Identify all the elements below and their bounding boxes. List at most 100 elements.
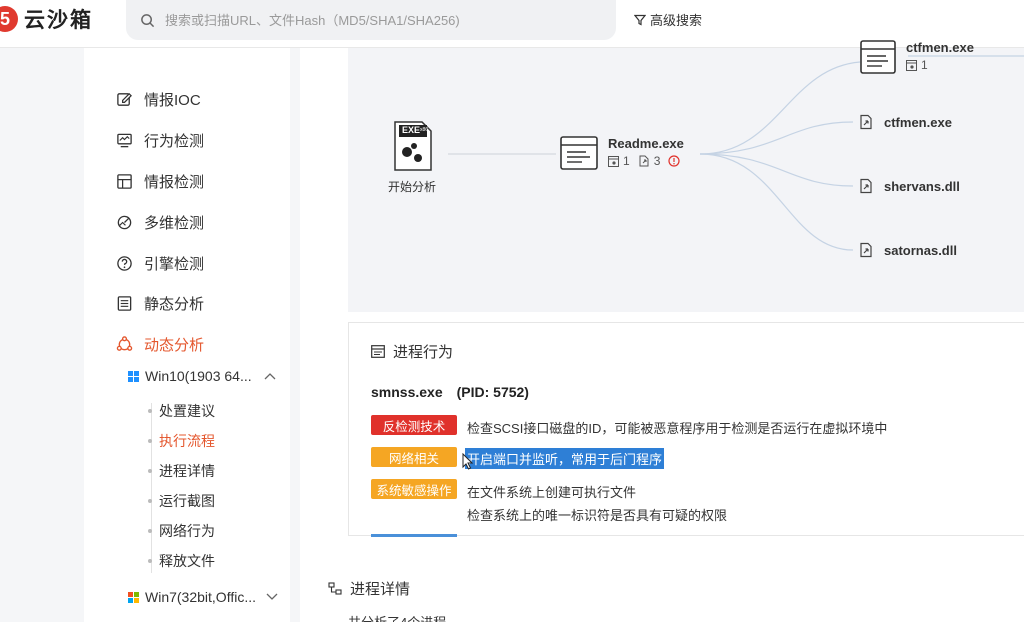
sub-item-label: 处置建议 — [159, 403, 215, 419]
window-icon — [560, 136, 598, 170]
process-tree-panel[interactable]: EXE x86 开始分析 Readme.exe 1 3 ctfmen.exe 1… — [348, 40, 1024, 312]
triangle-nodes-icon — [116, 336, 133, 351]
layout-icon — [117, 174, 132, 189]
logo-mark: 5 — [0, 6, 18, 32]
dropped-file-name: ctfmen.exe — [884, 114, 952, 130]
root-process-node[interactable]: Readme.exe 1 3 — [560, 136, 684, 170]
child-process-meta: 1 — [906, 58, 974, 72]
main-content: EXE x86 开始分析 Readme.exe 1 3 ctfmen.exe 1… — [300, 40, 1024, 622]
sub-item-screenshots[interactable]: 运行截图 — [148, 491, 215, 511]
sidebar-item-label: 多维检测 — [144, 215, 205, 232]
dropped-file-name: shervans.dll — [884, 178, 960, 194]
child-process-count: 1 — [921, 58, 928, 72]
process-icon — [906, 59, 917, 71]
behavior-desc: 在文件系统上创建可执行文件 — [467, 485, 637, 500]
behavior-desc: 检查SCSI接口磁盘的ID，可能被恶意程序用于检测是否运行在虚拟环境中 — [467, 421, 888, 436]
root-process-name: Readme.exe — [608, 136, 684, 151]
sub-item-label: 进程详情 — [159, 463, 215, 479]
tree-icon — [328, 581, 342, 595]
sidebar-item-multi-detect[interactable]: 多维检测 — [116, 212, 204, 233]
filter-icon — [634, 14, 646, 25]
windows-icon — [128, 370, 139, 382]
list-icon — [117, 296, 132, 311]
tag-sensitive-op: 系统敏感操作 — [371, 479, 457, 499]
question-icon — [117, 256, 132, 271]
env-win10[interactable]: Win10(1903 64... — [128, 368, 276, 384]
sub-item-label: 执行流程 — [159, 433, 215, 449]
radar-icon — [117, 215, 132, 230]
sub-item-exec-flow[interactable]: 执行流程 — [148, 431, 215, 451]
panel-icon — [371, 345, 385, 358]
sidebar-item-label: 情报检测 — [144, 174, 205, 191]
sub-item-label: 释放文件 — [159, 553, 215, 569]
details-summary: 共分析了4个进程 — [348, 612, 446, 622]
dropped-file-shervans[interactable]: shervans.dll — [858, 178, 960, 194]
sub-item-label: 运行截图 — [159, 493, 215, 509]
bullet — [148, 529, 152, 533]
windows-flag-icon — [128, 591, 139, 603]
sidebar-item-engine-detect[interactable]: 引擎检测 — [116, 253, 204, 274]
behavior-title-text: 进程行为 — [393, 344, 454, 361]
sidebar-item-dynamic-analysis[interactable]: 动态分析 — [116, 334, 204, 355]
child-process-name: ctfmen.exe — [906, 40, 974, 55]
process-behavior-card: 进程行为 smnss.exe (PID: 5752) 反检测技术 检查SCSI接口… — [348, 322, 1024, 537]
start-label: 开始分析 — [388, 180, 437, 194]
behavior-desc: 检查系统上的唯一标识符是否具有可疑的权限 — [467, 508, 728, 523]
sub-item-network[interactable]: 网络行为 — [148, 521, 215, 541]
process-name: smnss.exe (PID: 5752) — [371, 384, 529, 400]
behavior-title: 进程行为 — [371, 341, 453, 362]
warning-icon — [668, 155, 680, 167]
env-win7[interactable]: Win7(32bit,Offic... — [128, 589, 278, 605]
bullet — [148, 409, 152, 413]
search-input[interactable] — [165, 12, 595, 28]
tag-partial — [371, 534, 457, 537]
sidebar-item-intel-ioc[interactable]: 情报IOC — [116, 89, 201, 110]
exe-file-icon: EXE x86 — [390, 120, 434, 172]
sub-item-process-details[interactable]: 进程详情 — [148, 461, 215, 481]
env-label: Win10(1903 64... — [145, 368, 252, 384]
dropped-file-satornas[interactable]: satornas.dll — [858, 242, 957, 258]
text-cursor-icon — [462, 453, 474, 470]
chevron-down-icon — [266, 593, 278, 600]
bullet — [148, 469, 152, 473]
sidebar-item-label: 静态分析 — [144, 296, 205, 313]
sidebar-item-static-analysis[interactable]: 静态分析 — [116, 293, 204, 314]
sub-item-remediation[interactable]: 处置建议 — [148, 401, 215, 421]
start-node[interactable]: EXE x86 开始分析 — [388, 120, 436, 195]
file-drop-icon — [860, 178, 872, 194]
file-drop-icon — [860, 114, 872, 130]
exe-badge-sub: x86 — [420, 127, 429, 133]
sidebar-item-label: 情报IOC — [144, 92, 201, 109]
process-icon — [608, 155, 619, 167]
sidebar-item-label: 行为检测 — [144, 133, 205, 150]
behavior-desc-selected: 开启端口并监听，常用于后门程序 — [465, 448, 665, 469]
chevron-up-icon — [264, 373, 276, 380]
sub-item-dropped-files[interactable]: 释放文件 — [148, 551, 215, 571]
bullet — [148, 499, 152, 503]
sidebar-item-behavior-detect[interactable]: 行为检测 — [116, 130, 204, 151]
bullet — [148, 559, 152, 563]
sidebar-item-label: 动态分析 — [144, 337, 205, 354]
dropped-file-ctfmen[interactable]: ctfmen.exe — [858, 114, 952, 130]
tag-anti-detection: 反检测技术 — [371, 415, 457, 435]
window-icon — [860, 40, 896, 74]
sub-item-label: 网络行为 — [159, 523, 215, 539]
sidebar-item-intel-detect[interactable]: 情报检测 — [116, 171, 204, 192]
sidebar: 情报IOC 行为检测 情报检测 多维检测 引擎检测 静态分析 动态分析 Win1… — [84, 48, 290, 622]
root-process-meta: 1 3 — [608, 154, 684, 168]
sidebar-item-label: 引擎检测 — [144, 256, 205, 273]
search-box[interactable] — [126, 0, 616, 40]
file-drop-icon — [639, 155, 649, 167]
exe-badge: EXE — [402, 125, 421, 135]
child-process-count: 1 — [623, 154, 630, 168]
logo[interactable]: 5 云沙箱 — [0, 4, 93, 34]
search-icon — [141, 13, 155, 27]
advanced-search-button[interactable]: 高级搜索 — [634, 10, 702, 29]
bullet — [148, 439, 152, 443]
tag-network: 网络相关 — [371, 447, 457, 467]
details-title: 进程详情 — [328, 578, 410, 599]
logo-text: 云沙箱 — [24, 9, 93, 32]
advanced-search-label: 高级搜索 — [650, 13, 703, 28]
file-drop-icon — [860, 242, 872, 258]
child-node-partial[interactable]: ctfmen.exe 1 — [860, 40, 974, 74]
